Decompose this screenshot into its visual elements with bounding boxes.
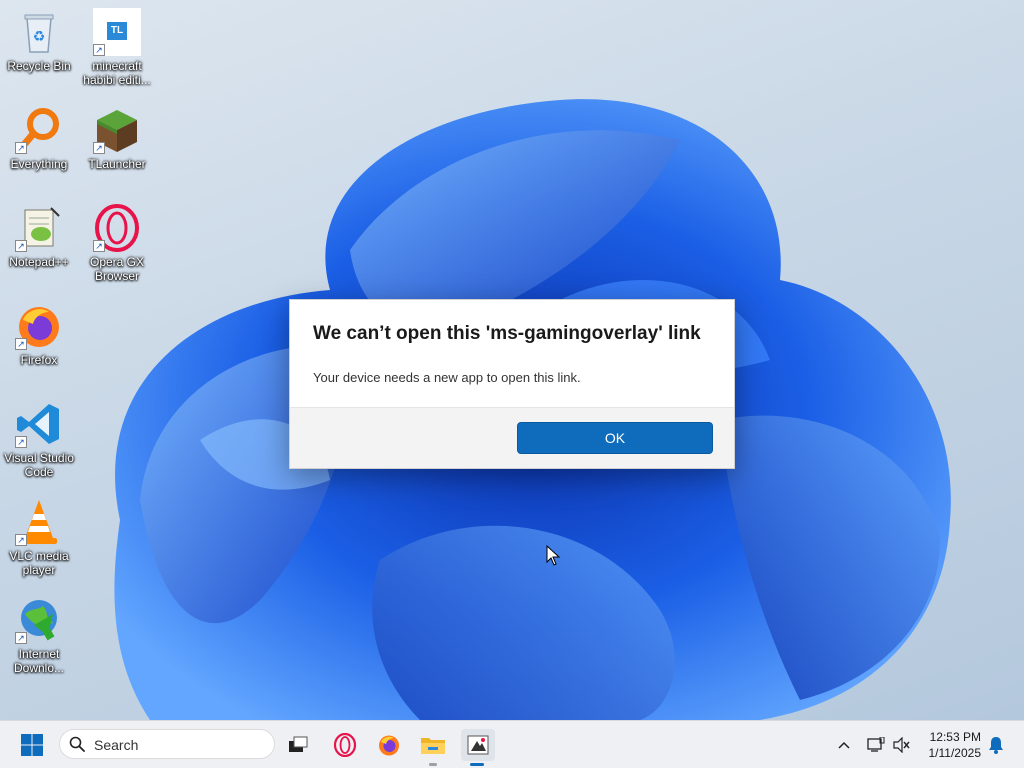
shortcut-arrow-icon: ↗ (15, 240, 27, 252)
notepad-plus-plus-icon: ↗ (15, 204, 63, 252)
task-view-icon (289, 736, 308, 752)
desktop-icon-firefox[interactable]: ↗ Firefox (2, 302, 76, 367)
desktop-icon-label: minecraft habibi editi... (83, 59, 151, 87)
volume-muted-icon (893, 737, 910, 753)
opera-gx-icon: ↗ (93, 204, 141, 252)
shortcut-arrow-icon: ↗ (15, 632, 27, 644)
dialog-message: Your device needs a new app to open this… (313, 370, 581, 385)
desktop-icon-label: Visual Studio Code (4, 451, 74, 479)
folder-icon (421, 738, 445, 754)
show-hidden-icons-button[interactable] (830, 729, 858, 761)
shortcut-arrow-icon: ↗ (15, 142, 27, 154)
bell-icon (989, 737, 1003, 754)
desktop-icon-notepad-plus-plus[interactable]: ↗ Notepad++ (2, 204, 76, 269)
taskbar-firefox[interactable] (373, 729, 405, 761)
idm-globe-icon: ↗ (15, 596, 63, 644)
vscode-icon: ↗ (15, 400, 63, 448)
tl-badge: TL (107, 22, 127, 40)
search-placeholder: Search (94, 737, 139, 753)
desktop-icon-label: TLauncher (88, 157, 146, 171)
app-window-icon (467, 735, 489, 755)
svg-text:♻: ♻ (33, 28, 46, 44)
shortcut-arrow-icon: ↗ (15, 338, 27, 350)
running-indicator (429, 763, 437, 766)
clock[interactable]: 12:53 PM 1/11/2025 (929, 729, 982, 761)
dialog-footer: OK (290, 407, 734, 468)
desktop-icon-label: VLC media player (9, 549, 69, 577)
mouse-cursor-icon (546, 544, 561, 572)
desktop-icon-internet-download-manager[interactable]: ↗ Internet Downlo... (2, 596, 76, 675)
desktop-icon-label: Recycle Bin (7, 59, 71, 73)
desktop-icon-label: Everything (10, 157, 68, 171)
desktop-icon-minecraft-habibi[interactable]: TL ↗ minecraft habibi editi... (80, 8, 154, 87)
volume-status-button[interactable] (888, 729, 916, 761)
desktop-icon-label: Internet Downlo... (13, 647, 65, 675)
dialog-title: We can’t open this 'ms-gamingoverlay' li… (313, 323, 701, 344)
shortcut-arrow-icon: ↗ (93, 44, 105, 56)
desktop-icon-label: Opera GX Browser (89, 255, 145, 283)
network-status-button[interactable] (862, 729, 890, 761)
tlauncher-document-icon: TL ↗ (93, 8, 141, 56)
everything-search-icon: ↗ (15, 106, 63, 154)
notifications-button[interactable] (984, 729, 1008, 761)
desktop-icon-label: Notepad++ (9, 255, 69, 269)
desktop-icon-opera-gx[interactable]: ↗ Opera GX Browser (80, 204, 154, 283)
firefox-icon (379, 735, 399, 756)
task-view-button[interactable] (282, 729, 314, 761)
recycle-bin-icon: ♻ (15, 8, 63, 56)
shortcut-arrow-icon: ↗ (15, 534, 27, 546)
clock-time: 12:53 PM (929, 730, 981, 744)
shortcut-arrow-icon: ↗ (93, 142, 105, 154)
clock-date: 1/11/2025 (928, 746, 982, 760)
active-indicator (470, 763, 484, 766)
network-monitor-icon (867, 737, 885, 752)
desktop-icon-label: Firefox (20, 353, 58, 367)
taskbar-file-explorer[interactable] (417, 729, 449, 766)
taskbar-search-box[interactable]: Search (59, 729, 275, 759)
desktop-icon-tlauncher[interactable]: ↗ TLauncher (80, 106, 154, 171)
start-button[interactable] (16, 729, 48, 761)
desktop-icon-recycle-bin[interactable]: ♻ Recycle Bin (2, 8, 76, 73)
shortcut-arrow-icon: ↗ (93, 240, 105, 252)
windows-logo-icon (21, 734, 43, 756)
desktop-icon-everything[interactable]: ↗ Everything (2, 106, 76, 171)
cant-open-link-dialog: We can’t open this 'ms-gamingoverlay' li… (289, 299, 735, 469)
taskbar: Search 12:53 PM 1/11/2025 (0, 720, 1024, 768)
desktop-icon-vlc[interactable]: ↗ VLC media player (2, 498, 76, 577)
desktop-icon-vscode[interactable]: ↗ Visual Studio Code (2, 400, 76, 479)
shortcut-arrow-icon: ↗ (15, 436, 27, 448)
chevron-up-icon (838, 741, 850, 749)
opera-gx-icon (333, 733, 357, 757)
firefox-icon: ↗ (15, 302, 63, 350)
vlc-cone-icon: ↗ (15, 498, 63, 546)
taskbar-opera-gx[interactable] (329, 729, 361, 761)
ok-button[interactable]: OK (517, 422, 713, 454)
search-icon (69, 736, 85, 757)
taskbar-active-app[interactable] (461, 729, 495, 766)
grass-block-icon: ↗ (93, 106, 141, 154)
